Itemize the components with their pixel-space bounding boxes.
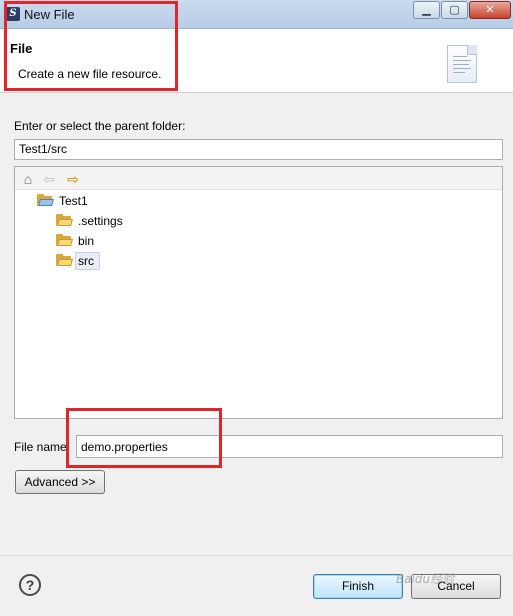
footer-separator <box>0 555 513 556</box>
tree-item-label: src <box>78 254 94 268</box>
file-name-label: File name: <box>14 440 71 454</box>
wizard-header: File Create a new file resource. <box>0 29 513 93</box>
title-bar: S New File ▁ ▢ ✕ <box>0 0 513 29</box>
file-name-input[interactable]: demo.properties <box>76 435 503 458</box>
parent-folder-input[interactable]: Test1/src <box>14 139 503 160</box>
forward-arrow-icon[interactable]: ⇨ <box>65 171 81 187</box>
folder-icon <box>56 254 73 266</box>
minimize-button[interactable]: ▁ <box>413 1 440 19</box>
tree-item-bin[interactable]: bin <box>56 232 156 250</box>
finish-button[interactable]: Finish <box>313 574 403 599</box>
advanced-button[interactable]: Advanced >> <box>15 470 105 494</box>
tree-item-test1[interactable]: Test1 <box>37 192 137 210</box>
tree-item-src[interactable]: src <box>56 252 156 270</box>
new-file-wizard-icon <box>447 45 477 83</box>
eclipse-app-icon: S <box>6 7 20 21</box>
back-arrow-icon[interactable]: ⇦ <box>41 171 57 187</box>
baidu-watermark: Baidu经验 <box>396 572 455 586</box>
home-icon[interactable]: ⌂ <box>20 171 36 187</box>
folder-tree[interactable]: ⌂ ⇦ ⇨ Test1 .settings bin src <box>14 166 503 419</box>
tree-item-label: bin <box>78 234 95 248</box>
folder-icon <box>56 234 73 246</box>
parent-folder-label: Enter or select the parent folder: <box>14 119 186 133</box>
help-icon[interactable]: ? <box>19 574 41 596</box>
window-title: New File <box>24 7 75 22</box>
project-folder-icon <box>37 194 54 206</box>
tree-item-settings[interactable]: .settings <box>56 212 156 230</box>
close-button[interactable]: ✕ <box>469 1 511 19</box>
maximize-button[interactable]: ▢ <box>441 1 468 19</box>
tree-item-label: Test1 <box>59 194 88 208</box>
wizard-title: File <box>10 41 33 56</box>
folder-icon <box>56 214 73 226</box>
tree-item-label: .settings <box>78 214 123 228</box>
wizard-description: Create a new file resource. <box>18 67 162 81</box>
tree-toolbar: ⌂ ⇦ ⇨ <box>15 167 502 190</box>
